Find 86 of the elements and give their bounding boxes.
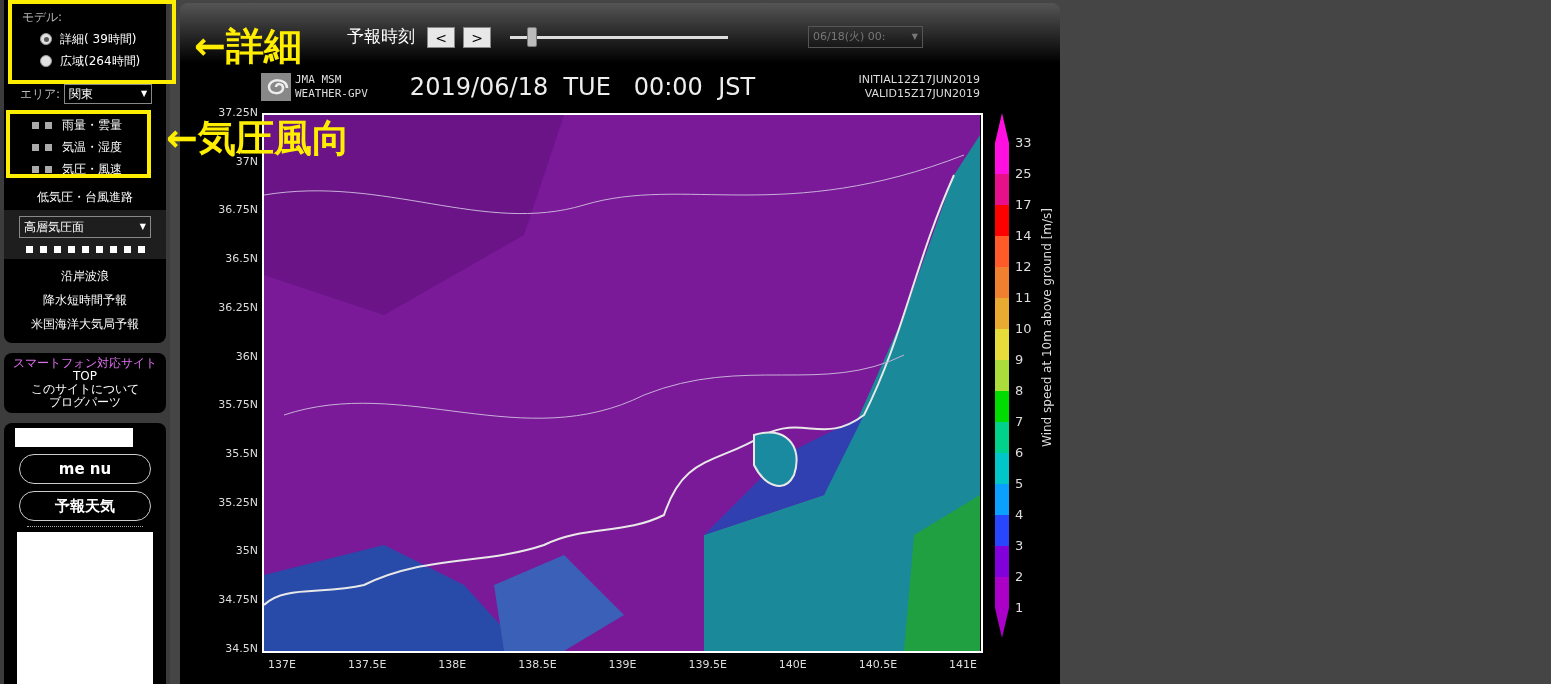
previous-button[interactable]: < <box>427 26 455 48</box>
caret-icon: ▼ <box>139 221 146 233</box>
legend-label: 14 <box>1015 229 1032 243</box>
legend-label: 1 <box>1015 601 1025 615</box>
latitude-label: 36N <box>235 350 258 363</box>
latitude-label: 36.5N <box>225 253 258 266</box>
layer-link[interactable]: 気圧・風速 <box>62 160 122 178</box>
latitude-label: 35N <box>235 545 258 558</box>
latitude-label: 34.5N <box>225 642 258 655</box>
caret-icon: ▼ <box>140 88 148 100</box>
model-name-text: JMA MSM <box>295 73 343 87</box>
area-label: エリア: <box>20 86 61 103</box>
forecast-time-label: 予報時刻 <box>347 25 415 49</box>
next-button[interactable]: > <box>463 26 491 48</box>
forecast-link[interactable]: 沿岸波浪 <box>61 267 109 285</box>
layer-link[interactable]: 雨量・雲量 <box>62 116 122 134</box>
longitude-label: 139.5E <box>687 657 728 673</box>
longitude-label: 138E <box>437 657 468 673</box>
square-icon[interactable] <box>109 246 117 253</box>
square-icon[interactable] <box>39 246 47 253</box>
layer-link[interactable]: 気温・湿度 <box>62 138 122 156</box>
legend-label: 12 <box>1015 260 1032 274</box>
latitude-label: 35.25N <box>218 496 258 509</box>
site-link[interactable]: ブログパーツ <box>49 396 121 409</box>
legend-label: 33 <box>1015 136 1032 150</box>
time-slider[interactable] <box>510 27 728 47</box>
longitude-label: 140E <box>777 657 808 673</box>
latitude-label: 34.75N <box>218 594 258 607</box>
legend-label: 3 <box>1015 539 1025 553</box>
latitude-label: 35.75N <box>218 399 258 412</box>
legend-label: 2 <box>1015 570 1025 584</box>
smartphone-link[interactable]: スマートフォン対応サイト <box>13 357 157 370</box>
initial-time-text: INITIAL12Z17JUN2019 <box>858 73 980 87</box>
legend-label: 7 <box>1015 415 1025 429</box>
legend-title: Wind speed at 10m above ground [m/s] <box>1038 208 1055 447</box>
site-link[interactable]: このサイトについて <box>31 383 139 396</box>
longitude-label: 138.5E <box>517 657 558 673</box>
map-title: 2019/06/18 TUE 00:00 JST <box>409 72 756 103</box>
model-label: モデル: <box>22 9 64 26</box>
caret-icon: ▼ <box>911 31 918 43</box>
annotation-text: ←詳細 <box>194 23 302 70</box>
longitude-label: 140.5E <box>857 657 898 673</box>
latitude-label: 37.25N <box>218 107 258 119</box>
legend-bottom-arrow <box>995 608 1009 638</box>
model-radio[interactable]: 広域(264時間) <box>22 52 166 70</box>
track-link[interactable]: 低気圧・台風進路 <box>4 188 166 206</box>
model-name-text: WEATHER-GPV <box>295 87 368 101</box>
longitude-label: 137E <box>267 657 297 673</box>
forecast-link[interactable]: 降水短時間予報 <box>43 291 127 309</box>
legend-label: 4 <box>1015 508 1025 522</box>
square-icon[interactable] <box>123 246 131 253</box>
square-icon[interactable] <box>81 246 89 253</box>
legend-label: 6 <box>1015 446 1025 460</box>
square-icon[interactable] <box>25 246 33 253</box>
square-icon[interactable] <box>137 246 145 253</box>
longitude-label: 137.5E <box>347 657 388 673</box>
square-icon[interactable] <box>32 121 39 129</box>
latitude-label: 36.75N <box>218 204 258 217</box>
legend-label: 25 <box>1015 167 1032 181</box>
square-icon[interactable] <box>32 143 39 151</box>
square-icon[interactable] <box>45 121 52 129</box>
legend-label: 10 <box>1015 322 1032 336</box>
square-icon[interactable] <box>45 143 52 151</box>
valid-time-text: VALID15Z17JUN2019 <box>864 87 980 101</box>
upper-select[interactable]: 高層気圧面 ▼ <box>19 216 151 238</box>
legend-label: 11 <box>1015 291 1032 305</box>
legend-label: 8 <box>1015 384 1025 398</box>
square-icon[interactable] <box>95 246 103 253</box>
square-icon[interactable] <box>45 165 52 173</box>
longitude-label: 139E <box>607 657 638 673</box>
square-icon[interactable] <box>32 165 39 173</box>
model-radio[interactable]: 詳細( 39時間) <box>22 30 166 48</box>
square-icon[interactable] <box>53 246 61 253</box>
area-select[interactable]: 関東 ▼ <box>64 84 153 104</box>
legend-label: 17 <box>1015 198 1032 212</box>
latitude-label: 35.5N <box>225 448 258 461</box>
legend-label: 9 <box>1015 353 1025 367</box>
latitude-label: 36.25N <box>218 301 258 314</box>
input-field[interactable] <box>15 428 133 447</box>
legend-label: 5 <box>1015 477 1025 491</box>
longitude-label: 141E <box>948 657 978 673</box>
site-link[interactable]: TOP <box>73 370 97 383</box>
square-icon[interactable] <box>67 246 75 253</box>
legend-top-arrow <box>995 113 1009 143</box>
swirl-logo-icon <box>261 73 291 101</box>
forecast-link[interactable]: 米国海洋大気局予報 <box>31 315 139 333</box>
